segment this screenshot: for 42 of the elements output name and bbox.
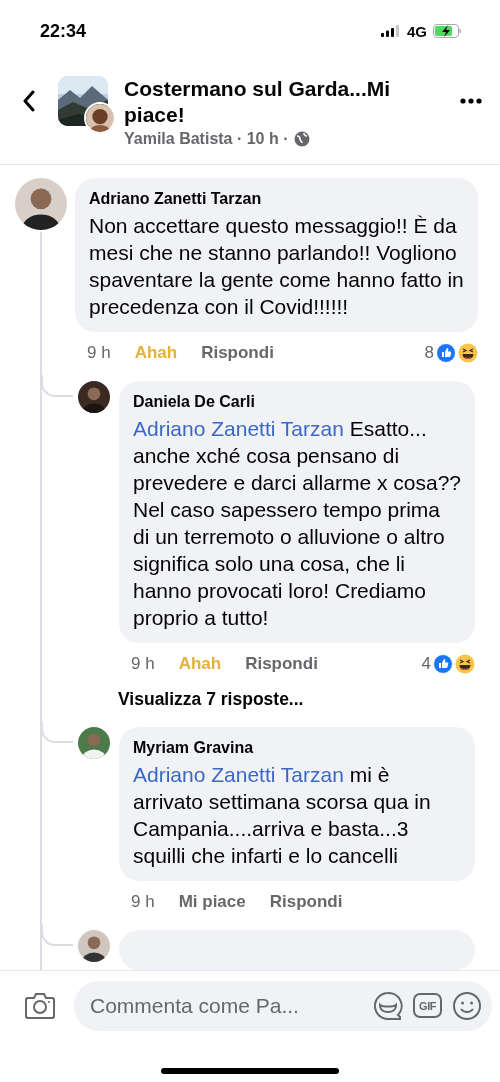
avatar[interactable]: [78, 930, 110, 962]
battery-charging-icon: [433, 24, 462, 38]
mention-link[interactable]: Adriano Zanetti Tarzan: [133, 763, 344, 786]
post-meta: Yamila Batista · 10 h ·: [124, 130, 289, 148]
comment-author[interactable]: Myriam Gravina: [133, 737, 461, 759]
comment-text: Non accettare questo messaggio!! È da mesi che ne stanno parlando!! Vogliono spaventare la gente come hanno fatto in precedenza con il Covid!!!!!!: [89, 213, 464, 320]
comment-text: Adriano Zanetti Tarzan Esatto... anche xché cosa pensano di prevedere e darci allarme x cosa?? Nel caso sapessero tempo prima di un terremoto o alluvione o altro significa solo una cosa, che li hanno provocati loro! Crediamo proprio a tutto!: [133, 416, 461, 631]
laughing-reaction-icon: [458, 342, 478, 363]
reply-button[interactable]: Rispondi: [245, 653, 318, 674]
thread-connector: [41, 924, 73, 946]
view-replies-link[interactable]: Visualizza 7 risposte...: [118, 689, 304, 710]
comment-author[interactable]: Adriano Zanetti Tarzan: [89, 188, 464, 210]
back-button[interactable]: [22, 90, 36, 112]
gif-button[interactable]: GIF: [413, 993, 442, 1018]
post-title: Costermano sul Garda...Mi piace!: [124, 76, 392, 128]
sticker-icon[interactable]: [373, 990, 403, 1021]
mention-link[interactable]: Adriano Zanetti Tarzan: [133, 417, 344, 440]
comment-input-field[interactable]: Commenta come Pa... GIF: [74, 980, 492, 1031]
reaction-button[interactable]: Mi piace: [178, 891, 246, 912]
reaction-count: 4: [421, 653, 431, 674]
reply-button[interactable]: Rispondi: [201, 342, 274, 363]
clock: 22:34: [40, 20, 87, 42]
comment-time: 9 h: [131, 891, 155, 912]
comment-time: 9 h: [87, 342, 111, 363]
emoji-icon[interactable]: [452, 990, 482, 1021]
thread-connector: [41, 721, 73, 743]
laughing-reaction-icon: [455, 653, 475, 674]
reaction-count: 8: [424, 342, 434, 363]
more-options-button[interactable]: [460, 98, 482, 104]
like-reaction-icon: [433, 653, 453, 674]
avatar[interactable]: [15, 178, 67, 230]
comment-time: 9 h: [131, 653, 155, 674]
like-reaction-icon: [436, 342, 456, 363]
network-type: 4G: [407, 22, 427, 40]
camera-icon[interactable]: [24, 991, 56, 1020]
globe-icon: [293, 131, 310, 147]
thread-connector: [41, 375, 73, 397]
comment-text: Adriano Zanetti Tarzan mi è arrivato settimana scorsa qua in Campania....arriva e basta...3 squilli che infarti e lo cancelli: [133, 762, 432, 869]
signal-icon: [381, 25, 401, 37]
avatar[interactable]: [78, 381, 110, 413]
reply-button[interactable]: Rispondi: [269, 891, 343, 912]
comment-author[interactable]: Daniela De Carli: [133, 391, 461, 413]
